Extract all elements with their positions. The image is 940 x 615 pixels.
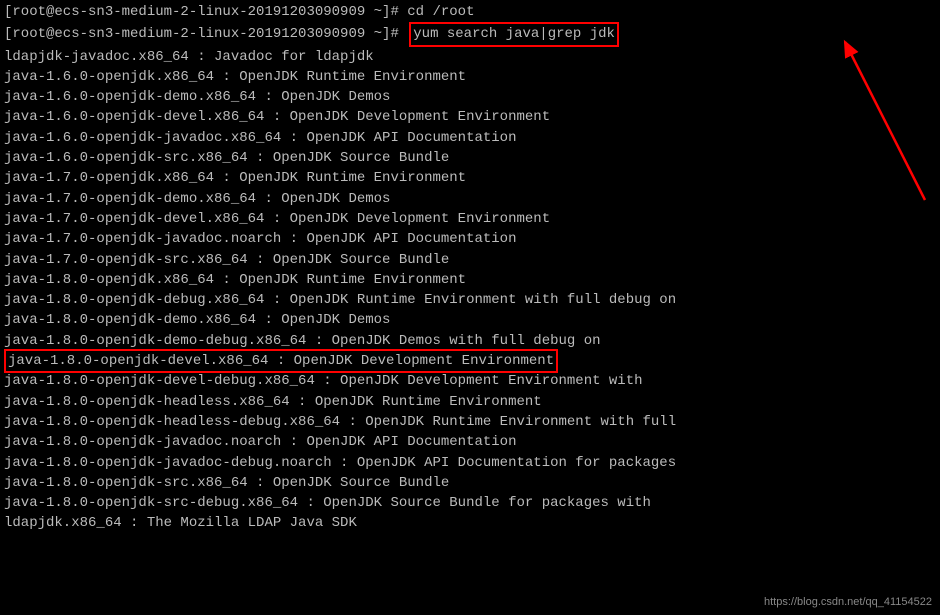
output-line: java-1.6.0-openjdk.x86_64 : OpenJDK Runt… bbox=[4, 67, 936, 87]
output-line: java-1.7.0-openjdk.x86_64 : OpenJDK Runt… bbox=[4, 168, 936, 188]
watermark: https://blog.csdn.net/qq_41154522 bbox=[764, 595, 932, 611]
output-line: java-1.6.0-openjdk-javadoc.x86_64 : Open… bbox=[4, 128, 936, 148]
output-line: java-1.8.0-openjdk-src.x86_64 : OpenJDK … bbox=[4, 473, 936, 493]
output-line: java-1.8.0-openjdk-demo.x86_64 : OpenJDK… bbox=[4, 310, 936, 330]
output-line: java-1.7.0-openjdk-src.x86_64 : OpenJDK … bbox=[4, 250, 936, 270]
output-line: java-1.8.0-openjdk-javadoc-debug.noarch … bbox=[4, 453, 936, 473]
prompt-line: [root@ecs-sn3-medium-2-linux-20191203090… bbox=[4, 2, 936, 22]
output-line: java-1.8.0-openjdk-javadoc.noarch : Open… bbox=[4, 432, 936, 452]
output-line: java-1.8.0-openjdk-src-debug.x86_64 : Op… bbox=[4, 493, 936, 513]
output-line: java-1.6.0-openjdk-devel.x86_64 : OpenJD… bbox=[4, 107, 936, 127]
prompt-line: [root@ecs-sn3-medium-2-linux-20191203090… bbox=[4, 22, 936, 46]
output-line: ldapjdk-javadoc.x86_64 : Javadoc for lda… bbox=[4, 47, 936, 67]
output-line: java-1.6.0-openjdk-src.x86_64 : OpenJDK … bbox=[4, 148, 936, 168]
output-line: java-1.6.0-openjdk-demo.x86_64 : OpenJDK… bbox=[4, 87, 936, 107]
highlighted-output-line: java-1.8.0-openjdk-devel.x86_64 : OpenJD… bbox=[4, 349, 558, 373]
output-line: ldapjdk.x86_64 : The Mozilla LDAP Java S… bbox=[4, 513, 936, 533]
output-line: java-1.8.0-openjdk-debug.x86_64 : OpenJD… bbox=[4, 290, 936, 310]
output-line: java-1.7.0-openjdk-demo.x86_64 : OpenJDK… bbox=[4, 189, 936, 209]
output-line: java-1.7.0-openjdk-javadoc.noarch : Open… bbox=[4, 229, 936, 249]
output-line: java-1.8.0-openjdk-headless.x86_64 : Ope… bbox=[4, 392, 936, 412]
output-line: java-1.8.0-openjdk-devel-debug.x86_64 : … bbox=[4, 371, 936, 391]
output-line: java-1.7.0-openjdk-devel.x86_64 : OpenJD… bbox=[4, 209, 936, 229]
output-line: java-1.8.0-openjdk-headless-debug.x86_64… bbox=[4, 412, 936, 432]
output-line: java-1.8.0-openjdk.x86_64 : OpenJDK Runt… bbox=[4, 270, 936, 290]
terminal-output[interactable]: [root@ecs-sn3-medium-2-linux-20191203090… bbox=[4, 2, 936, 534]
highlighted-command: yum search java|grep jdk bbox=[409, 22, 619, 46]
output-line: java-1.8.0-openjdk-demo-debug.x86_64 : O… bbox=[4, 331, 936, 351]
